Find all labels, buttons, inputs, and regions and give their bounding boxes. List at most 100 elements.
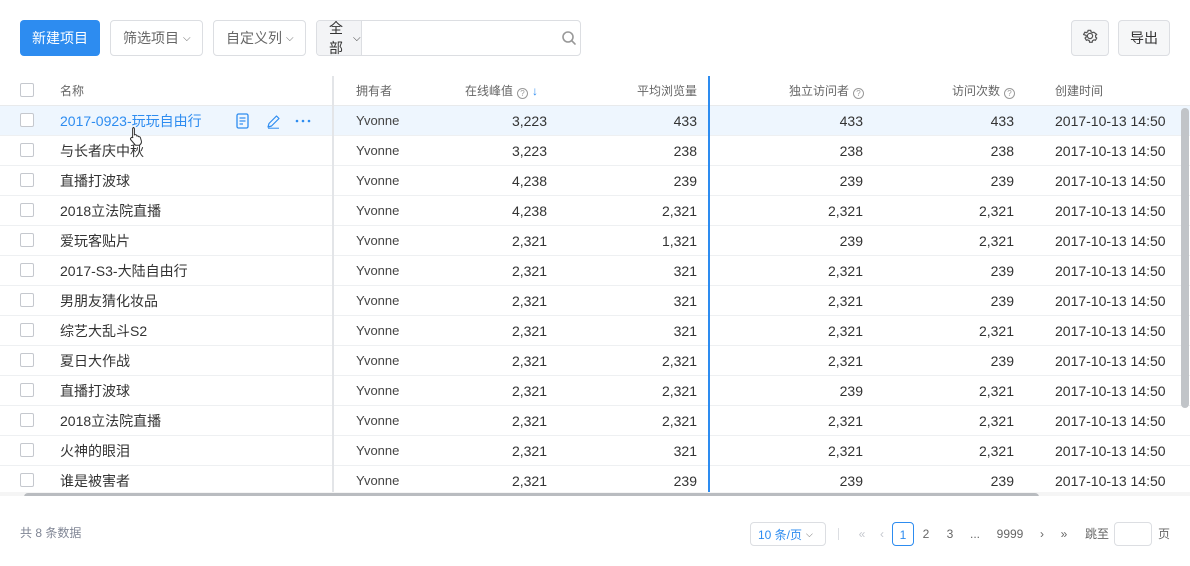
page-last[interactable]: 9999 [994, 522, 1026, 546]
project-name[interactable]: 直播打波球 [60, 166, 130, 196]
document-icon[interactable] [234, 112, 252, 130]
table-row[interactable]: 夏日大作战 Yvonne 2,321 2,321 2,321 239 2017-10-13 … [0, 346, 1190, 376]
table-row[interactable]: 2017-S3-大陆自由行 Yvonne 2,321 321 2,321 239 2017-… [0, 256, 1190, 286]
column-header-peak[interactable]: 在线峰值? ↓ [465, 76, 538, 106]
row-checkbox[interactable] [20, 353, 34, 367]
visitors-cell: 239 [839, 173, 863, 189]
project-name[interactable]: 综艺大乱斗S2 [60, 316, 147, 346]
column-header-name[interactable]: 名称 [60, 76, 84, 106]
project-name[interactable]: 2018立法院直播 [60, 406, 161, 436]
project-name[interactable]: 2018立法院直播 [60, 196, 161, 226]
project-name[interactable]: 夏日大作战 [60, 346, 130, 376]
owner-cell: Yvonne [356, 233, 400, 248]
visits-cell: 239 [990, 173, 1014, 189]
chevron-down-icon: ⌵ [352, 32, 361, 44]
export-button[interactable]: 导出 [1118, 20, 1170, 56]
column-header-avg-views[interactable]: 平均浏览量 [596, 76, 697, 106]
page-ellipsis[interactable]: ... [966, 522, 984, 546]
table-row[interactable]: 与长者庆中秋 Yvonne 3,223 238 238 238 2017-10-13 14:… [0, 136, 1190, 166]
row-checkbox[interactable] [20, 143, 34, 157]
data-table: 名称 拥有者 在线峰值? ↓ 平均浏览量 独立访问者? 访问次数? 创建时间 20… [0, 76, 1190, 496]
table-row[interactable]: 火神的眼泪 Yvonne 2,321 321 2,321 2,321 2017-10-13 … [0, 436, 1190, 466]
chevron-down-icon: ⌵ [286, 32, 294, 44]
created-cell: 2017-10-13 14:50 [1055, 443, 1166, 459]
table-row[interactable]: 爱玩客贴片 Yvonne 2,321 1,321 239 2,321 2017-10-13 … [0, 226, 1190, 256]
visits-cell: 2,321 [978, 323, 1014, 339]
visits-cell: 2,321 [978, 203, 1014, 219]
select-all-checkbox[interactable] [20, 83, 34, 97]
peak-cell: 2,321 [511, 323, 547, 339]
row-checkbox[interactable] [20, 473, 34, 487]
avg-views-cell: 2,321 [661, 353, 697, 369]
visitors-cell: 2,321 [827, 323, 863, 339]
settings-button[interactable] [1071, 20, 1109, 56]
owner-cell: Yvonne [356, 293, 400, 308]
table-row[interactable]: 2018立法院直播 Yvonne 2,321 2,321 2,321 2,321 2017-… [0, 406, 1190, 436]
row-checkbox[interactable] [20, 323, 34, 337]
search-icon[interactable] [559, 21, 580, 55]
row-checkbox[interactable] [20, 263, 34, 277]
ellipsis-icon[interactable] [294, 112, 312, 130]
project-name[interactable]: 爱玩客贴片 [60, 226, 130, 256]
row-checkbox[interactable] [20, 113, 34, 127]
filter-projects-dropdown[interactable]: 筛选项目 ⌵ [110, 20, 203, 56]
created-cell: 2017-10-13 14:50 [1055, 173, 1166, 189]
page-size-select[interactable]: 10 条/页 ⌵ [750, 522, 826, 546]
first-page-icon[interactable]: « [856, 522, 868, 546]
row-checkbox[interactable] [20, 173, 34, 187]
table-row[interactable]: 直播打波球 Yvonne 2,321 2,321 239 2,321 2017-10-13 … [0, 376, 1190, 406]
owner-cell: Yvonne [356, 143, 400, 158]
column-header-owner[interactable]: 拥有者 [356, 76, 392, 106]
created-cell: 2017-10-13 14:50 [1055, 233, 1166, 249]
next-page-icon[interactable]: › [1036, 522, 1048, 546]
row-checkbox[interactable] [20, 233, 34, 247]
column-header-visitors-label: 独立访问者 [788, 84, 849, 98]
sort-descending-icon[interactable]: ↓ [532, 84, 538, 98]
column-resize-handle[interactable] [708, 76, 710, 492]
row-checkbox[interactable] [20, 293, 34, 307]
project-name[interactable]: 直播打波球 [60, 376, 130, 406]
avg-views-cell: 321 [673, 443, 697, 459]
created-cell: 2017-10-13 14:50 [1055, 113, 1166, 129]
row-checkbox[interactable] [20, 203, 34, 217]
pencil-icon[interactable] [264, 112, 282, 130]
created-cell: 2017-10-13 14:50 [1055, 413, 1166, 429]
help-icon[interactable]: ? [517, 88, 529, 99]
page-1[interactable]: 1 [892, 522, 914, 546]
prev-page-icon[interactable]: ‹ [876, 522, 888, 546]
project-name[interactable]: 男朋友猜化妆品 [60, 286, 158, 316]
row-checkbox[interactable] [20, 383, 34, 397]
visitors-cell: 433 [839, 113, 863, 129]
table-row[interactable]: 直播打波球 Yvonne 4,238 239 239 239 2017-10-13 14:5… [0, 166, 1190, 196]
help-icon[interactable]: ? [1004, 88, 1015, 99]
vertical-scrollbar[interactable] [1181, 108, 1189, 408]
row-checkbox[interactable] [20, 443, 34, 457]
project-name[interactable]: 2017-S3-大陆自由行 [60, 256, 188, 286]
divider [838, 528, 839, 540]
hand-cursor-icon [128, 126, 144, 151]
new-project-button[interactable]: 新建项目 [20, 20, 100, 56]
search-input[interactable] [361, 21, 559, 55]
column-header-created[interactable]: 创建时间 [1055, 76, 1103, 106]
jump-page-input[interactable] [1114, 522, 1152, 546]
column-header-visitors[interactable]: 独立访问者? [740, 76, 864, 106]
visitors-cell: 2,321 [827, 353, 863, 369]
owner-cell: Yvonne [356, 353, 400, 368]
search-scope-select[interactable]: 全部 ⌵ [317, 21, 362, 55]
peak-cell: 3,223 [511, 113, 547, 129]
horizontal-scrollbar[interactable] [24, 493, 1039, 496]
jump-unit: 页 [1158, 527, 1171, 541]
row-checkbox[interactable] [20, 413, 34, 427]
page-2[interactable]: 2 [918, 522, 934, 546]
page-3[interactable]: 3 [942, 522, 958, 546]
table-row[interactable]: 综艺大乱斗S2 Yvonne 2,321 321 2,321 2,321 2017-10-1… [0, 316, 1190, 346]
table-row[interactable]: 2018立法院直播 Yvonne 4,238 2,321 2,321 2,321 2017-… [0, 196, 1190, 226]
table-row[interactable]: 男朋友猜化妆品 Yvonne 2,321 321 2,321 239 2017-10-13 … [0, 286, 1190, 316]
project-name[interactable]: 火神的眼泪 [60, 436, 130, 466]
help-icon[interactable]: ? [853, 88, 864, 99]
table-row[interactable]: 2017-0923-玩玩自由行 Yvonne 3,223 433 433 433 2017-… [0, 106, 1190, 136]
column-header-visits[interactable]: 访问次数? [900, 76, 1015, 106]
table-header: 名称 拥有者 在线峰值? ↓ 平均浏览量 独立访问者? 访问次数? 创建时间 [0, 76, 1190, 106]
last-page-icon[interactable]: » [1058, 522, 1070, 546]
custom-columns-dropdown[interactable]: 自定义列 ⌵ [213, 20, 306, 56]
